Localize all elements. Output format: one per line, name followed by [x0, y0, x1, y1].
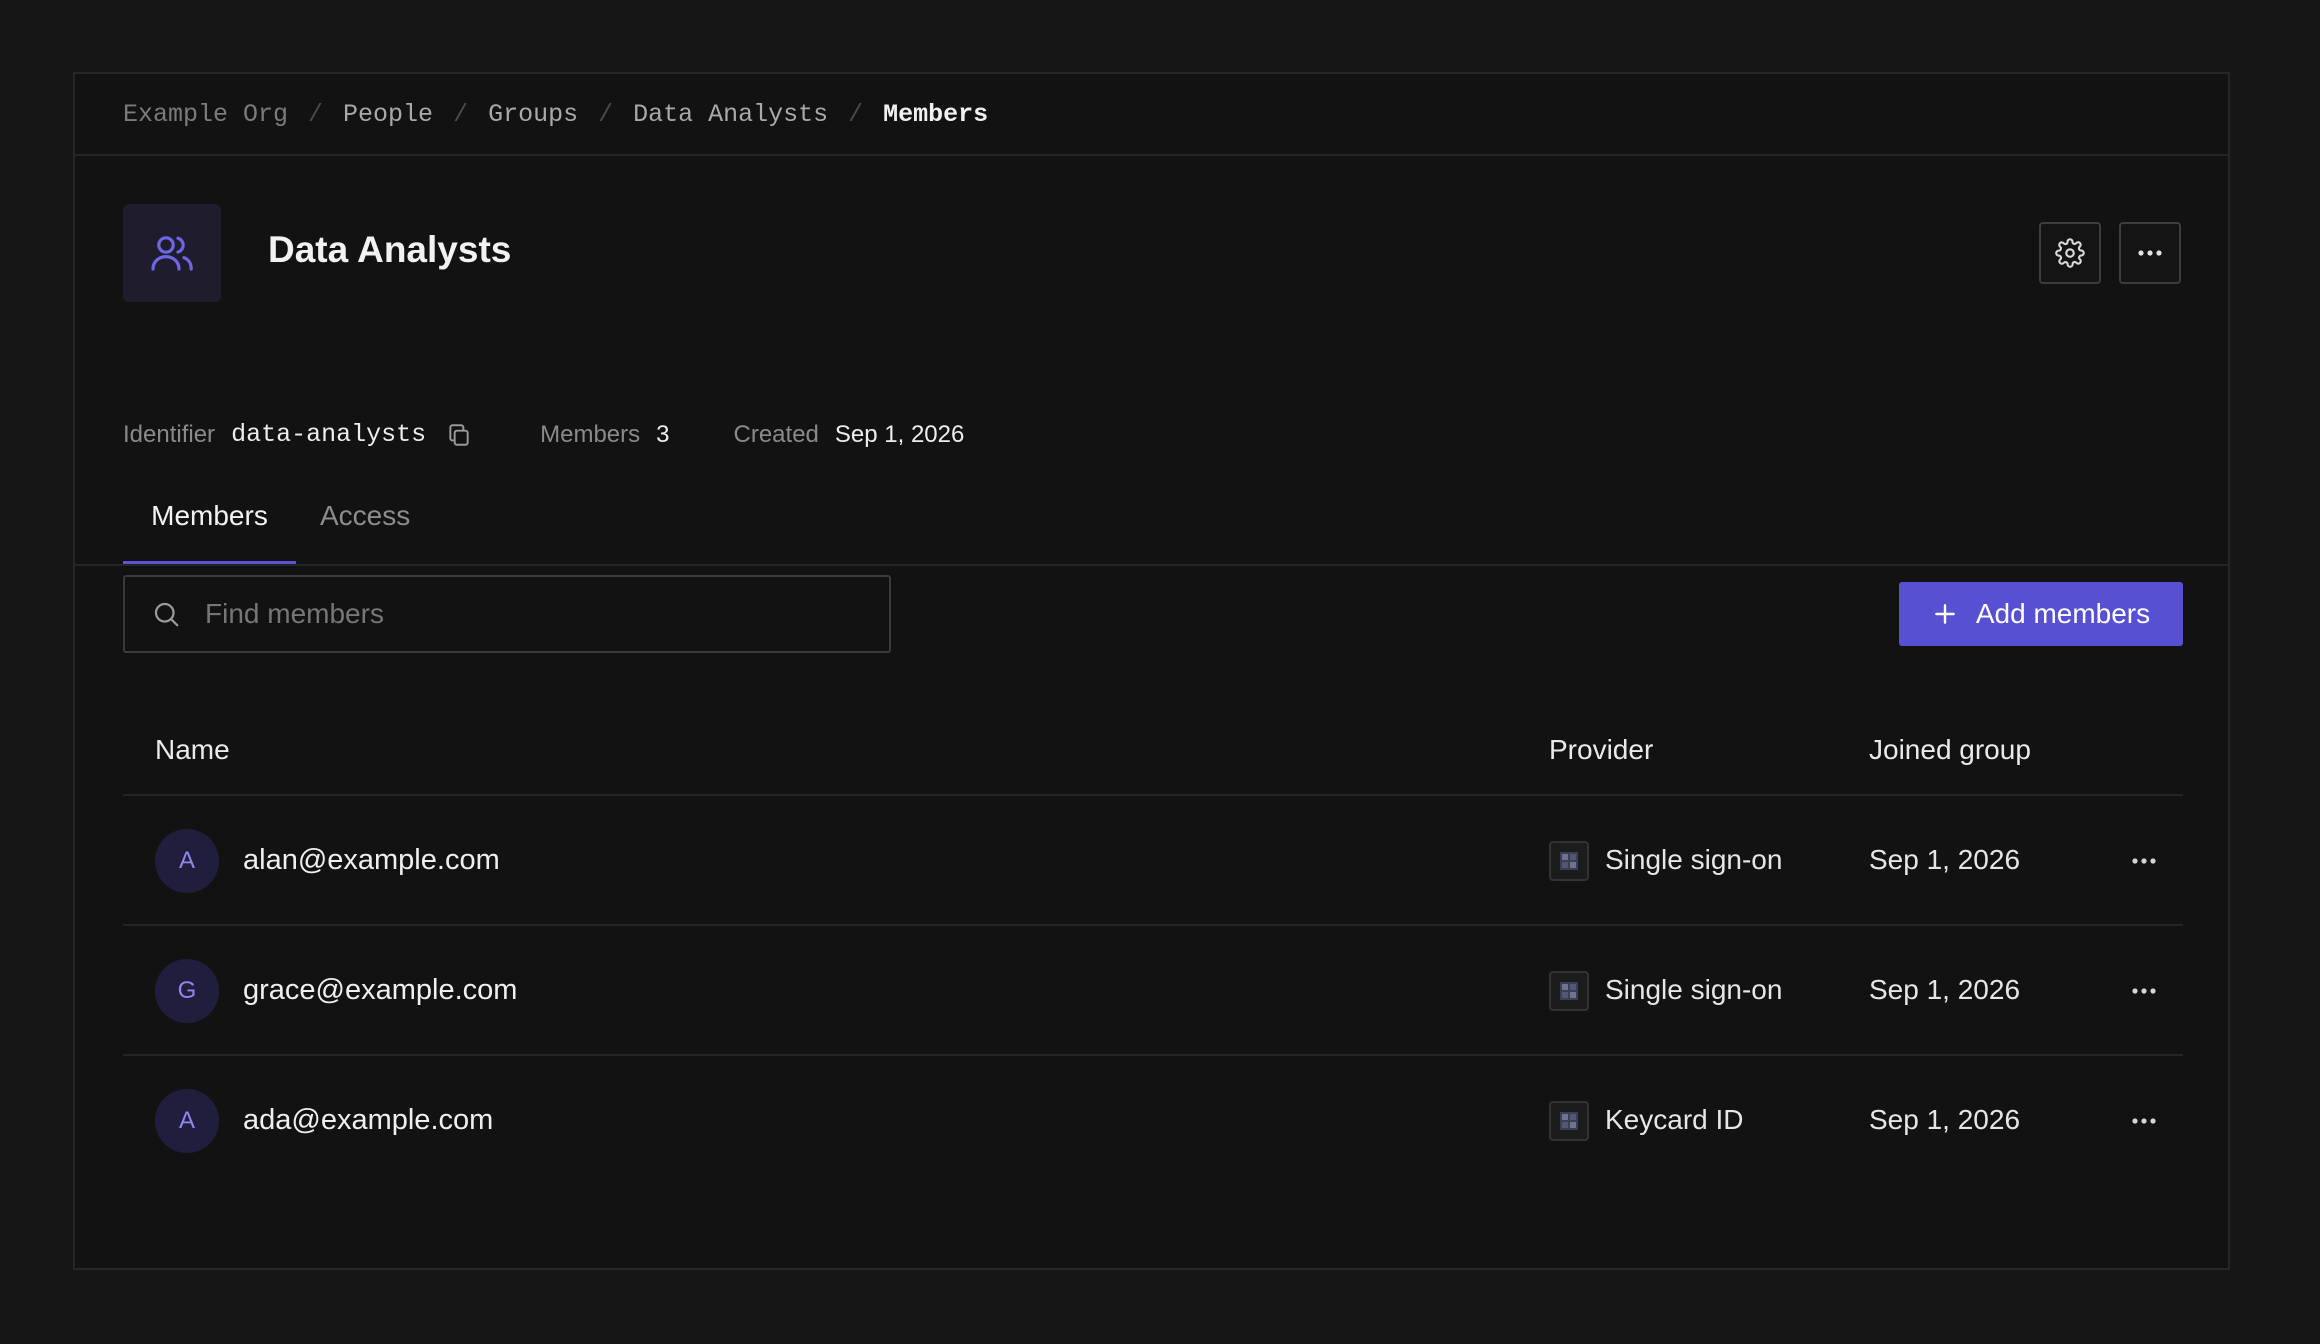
member-provider: Keycard ID — [1605, 1104, 1744, 1135]
search-box — [123, 575, 891, 653]
row-more-button[interactable] — [2123, 840, 2165, 882]
member-provider: Single sign-on — [1605, 844, 1783, 875]
table-row[interactable]: A alan@example.com Single sign-on Sep 1,… — [123, 796, 2183, 926]
member-joined-date: Sep 1, 2026 — [1869, 1104, 2021, 1135]
provider-logo-icon — [1549, 971, 1589, 1011]
member-provider: Single sign-on — [1605, 974, 1783, 1005]
column-header-name[interactable]: Name — [155, 734, 230, 766]
search-icon — [151, 599, 181, 629]
provider-logo-icon — [1549, 1101, 1589, 1141]
identifier-label: Identifier — [123, 420, 216, 448]
breadcrumb-separator: / — [598, 99, 614, 129]
member-joined-date: Sep 1, 2026 — [1869, 974, 2021, 1005]
page-title: Data Analysts — [268, 229, 512, 270]
more-actions-button[interactable] — [2119, 222, 2181, 284]
member-email: alan@example.com — [243, 844, 500, 876]
group-meta: Identifier data-analysts Members 3 Creat… — [123, 420, 964, 449]
row-more-button[interactable] — [2123, 970, 2165, 1012]
breadcrumb-separator: / — [848, 99, 864, 129]
breadcrumb-item-people[interactable]: People — [343, 100, 433, 129]
tab-access[interactable]: Access — [320, 500, 410, 564]
avatar: G — [155, 959, 219, 1023]
table-header: Name Provider Joined group — [123, 674, 2183, 796]
members-count-value: 3 — [656, 420, 670, 448]
identifier-value: data-analysts — [231, 420, 427, 449]
more-horizontal-icon — [2132, 988, 2156, 994]
group-avatar — [123, 204, 221, 302]
gear-icon — [2055, 238, 2085, 268]
more-horizontal-icon — [2132, 1118, 2156, 1124]
more-horizontal-icon — [2136, 249, 2164, 257]
breadcrumb: Example Org / People / Groups / Data Ana… — [75, 74, 2228, 156]
member-email: ada@example.com — [243, 1104, 494, 1136]
column-header-joined[interactable]: Joined group — [1869, 734, 2031, 766]
member-joined-date: Sep 1, 2026 — [1869, 844, 2021, 875]
members-count-label: Members — [540, 420, 641, 448]
more-horizontal-icon — [2132, 858, 2156, 864]
created-label: Created — [733, 420, 819, 448]
settings-button[interactable] — [2039, 222, 2101, 284]
add-members-label: Add members — [1975, 598, 2151, 629]
breadcrumb-separator: / — [308, 99, 324, 129]
members-table: Name Provider Joined group A alan@exampl… — [123, 734, 2183, 1186]
row-more-button[interactable] — [2123, 1100, 2165, 1142]
tab-members[interactable]: Members — [123, 500, 296, 564]
breadcrumb-item-org[interactable]: Example Org — [123, 100, 288, 129]
table-row[interactable]: A ada@example.com Keycard ID Sep 1, 2026 — [123, 1056, 2183, 1186]
avatar: A — [155, 1089, 219, 1153]
search-input[interactable] — [203, 597, 847, 631]
breadcrumb-item-group[interactable]: Data Analysts — [633, 100, 828, 129]
group-panel: Example Org / People / Groups / Data Ana… — [73, 72, 2230, 1270]
avatar: A — [155, 829, 219, 893]
breadcrumb-item-current: Members — [883, 99, 989, 129]
plus-icon — [1932, 601, 1958, 627]
provider-logo-icon — [1549, 841, 1589, 881]
member-email: grace@example.com — [243, 974, 518, 1006]
users-icon — [148, 229, 196, 277]
created-value: Sep 1, 2026 — [834, 420, 965, 448]
breadcrumb-separator: / — [453, 99, 469, 129]
copy-icon[interactable] — [446, 422, 472, 448]
breadcrumb-item-groups[interactable]: Groups — [488, 100, 578, 129]
add-members-button[interactable]: Add members — [1899, 582, 2183, 646]
column-header-provider[interactable]: Provider — [1549, 734, 1653, 766]
table-row[interactable]: G grace@example.com Single sign-on Sep 1… — [123, 926, 2183, 1056]
tab-bar: Members Access — [75, 494, 2228, 566]
